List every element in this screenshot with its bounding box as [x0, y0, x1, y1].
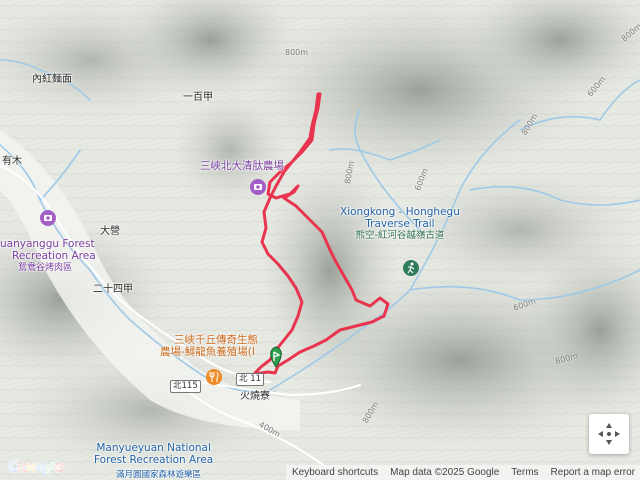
attraction-label-line: 鴛鴦谷烤肉區 — [18, 263, 73, 273]
camera-poi-icon[interactable] — [40, 210, 56, 226]
place-label: 二十四甲 — [93, 284, 133, 295]
road-shield: 北115 — [170, 380, 201, 393]
keyboard-shortcuts-link[interactable]: Keyboard shortcuts — [292, 467, 378, 478]
attraction-label-line: Recreation Area — [12, 250, 96, 262]
park-label-line: Forest Recreation Area — [94, 454, 214, 466]
pan-navigation-icon — [598, 423, 620, 445]
trail-label-line: 熊空-紅河谷越嶺古道 — [355, 230, 445, 241]
camera-poi-icon[interactable] — [250, 179, 266, 195]
restaurant-label[interactable]: 三峽千丘傳奇生態 農場-鱘龍魚養殖場(I — [160, 334, 258, 358]
place-label: 大營 — [100, 226, 120, 237]
map-data-text: Map data ©2025 Google — [390, 467, 500, 478]
place-label: 火燒寮 — [240, 391, 270, 402]
attribution-bar: Keyboard shortcuts Map data ©2025 Google… — [286, 465, 640, 480]
park-label-zh: 滿月圓國家森林遊樂區 — [116, 470, 202, 480]
trail-label-line: Traverse Trail — [365, 218, 435, 230]
place-label: 一百甲 — [183, 92, 213, 103]
hill-shading — [0, 0, 640, 470]
place-label: 內紅麵面 — [32, 74, 72, 85]
contour-label: 800m — [285, 48, 309, 57]
park-label-line: Manyueyuan National — [96, 442, 211, 454]
attraction-label[interactable]: 三峽北大清肽農場 — [200, 158, 284, 173]
restaurant-label-line: 農場-鱘龍魚養殖場(I — [160, 346, 255, 358]
hiking-trail-icon[interactable] — [403, 260, 419, 276]
restaurant-label-line: 三峽千丘傳奇生態 — [174, 334, 258, 346]
attraction-label[interactable]: uanyanggu Forest Recreation Area 鴛鴦谷烤肉區 — [0, 238, 96, 274]
attraction-label-line: uanyanggu Forest — [0, 238, 95, 250]
trail-label-line: Xiongkong - Honghegu — [340, 206, 460, 218]
park-label[interactable]: Manyueyuan National Forest Recreation Ar… — [94, 442, 213, 466]
terrain-map[interactable] — [0, 0, 640, 480]
logo-text: Google — [8, 457, 64, 476]
google-logo[interactable]: Google — [8, 457, 64, 477]
pan-navigation-button[interactable] — [589, 414, 629, 454]
report-error-link[interactable]: Report a map error — [551, 467, 635, 478]
terms-link[interactable]: Terms — [511, 467, 538, 478]
trail-label[interactable]: Xiongkong - Honghegu Traverse Trail 熊空-紅… — [340, 206, 460, 242]
fullscreen-button[interactable] — [612, 26, 634, 48]
place-label: 有木 — [2, 156, 22, 167]
road-shield: 北 11 — [236, 373, 265, 386]
fork-knife-icon[interactable] — [206, 369, 222, 385]
